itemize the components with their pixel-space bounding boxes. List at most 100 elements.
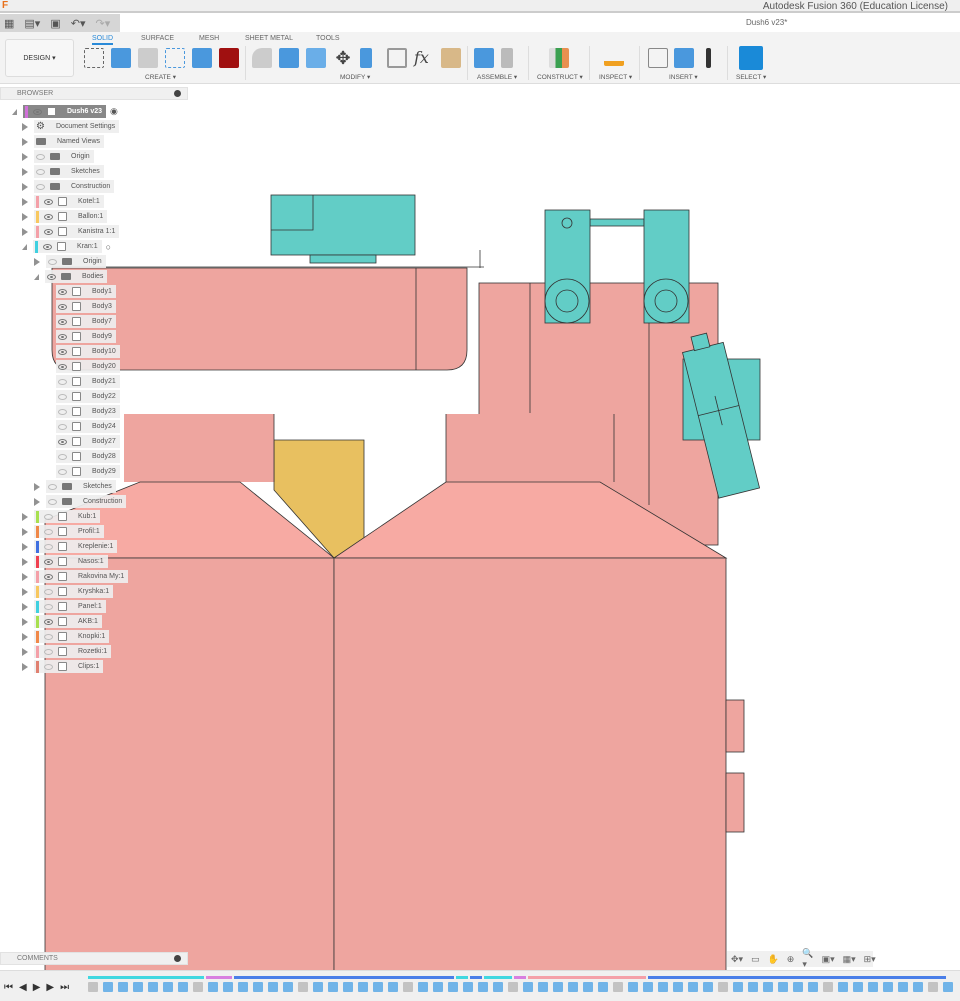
timeline-feature-icon[interactable] [133,982,143,992]
timeline-group-bar[interactable] [456,976,468,979]
timeline-feature-icon[interactable] [223,982,233,992]
step-forward-button[interactable]: ▶ [46,982,54,993]
timeline-feature-icon[interactable] [793,982,803,992]
go-to-end-button[interactable]: ⏭ [60,982,69,993]
timeline-group-bar[interactable] [470,976,482,979]
eye-icon[interactable] [44,558,53,565]
pattern-icon[interactable] [165,48,185,68]
tab-tools[interactable]: TOOLS [316,35,340,42]
timeline-feature-icon[interactable] [613,982,623,992]
fillet-icon[interactable] [252,48,272,68]
eye-icon[interactable] [44,513,53,520]
timeline-feature-icon[interactable] [163,982,173,992]
step-back-button[interactable]: ◀ [19,982,27,993]
timeline-feature-icon[interactable] [943,982,953,992]
browser-item[interactable]: Body1 [56,285,116,298]
collapse-icon[interactable] [34,273,39,280]
tab-sheet-metal[interactable]: SHEET METAL [245,35,293,42]
tab-surface[interactable]: SURFACE [141,35,174,42]
timeline-group-bar[interactable] [514,976,526,979]
eye-icon[interactable] [44,618,53,625]
model-viewport[interactable] [0,85,960,970]
browser-item[interactable]: Kreplenie:1 [22,540,118,553]
tab-solid[interactable]: SOLID [92,35,114,45]
timeline-feature-icon[interactable] [283,982,293,992]
expand-icon[interactable] [22,557,28,566]
collapse-icon[interactable] [22,243,27,250]
timeline-feature-icon[interactable] [388,982,398,992]
form-icon[interactable] [219,48,239,68]
timeline-feature-icon[interactable] [718,982,728,992]
browser-item[interactable]: Body29 [56,465,120,478]
browser-item[interactable]: Body23 [56,405,120,418]
expand-icon[interactable] [22,167,28,176]
comments-header[interactable]: COMMENTS [0,952,188,965]
browser-item[interactable]: Body3 [56,300,116,313]
eye-icon[interactable] [48,498,57,505]
timeline-feature-icon[interactable] [538,982,548,992]
look-at-icon[interactable]: ▭ [751,954,760,965]
timeline-feature-icon[interactable] [883,982,893,992]
eye-icon[interactable] [58,288,67,295]
browser-item[interactable]: Construction [34,495,127,508]
group-select[interactable]: SELECT ▾ [736,73,766,81]
timeline-group-bar[interactable] [206,976,232,979]
browser-item[interactable]: Body27 [56,435,120,448]
play-button[interactable]: ▶ [33,982,41,993]
timeline-feature-icon[interactable] [433,982,443,992]
eye-icon[interactable] [44,198,53,205]
browser-item[interactable]: Body22 [56,390,120,403]
split-icon[interactable] [306,48,326,68]
timeline-feature-icon[interactable] [523,982,533,992]
grid-icon[interactable]: ▦▾ [843,954,856,965]
browser-item[interactable]: AKB:1 [22,615,102,628]
timeline-feature-icon[interactable] [118,982,128,992]
browser-item[interactable]: Rakovina My:1 [22,570,129,583]
expand-icon[interactable] [22,197,28,206]
browser-item[interactable]: Bodies [34,270,108,283]
press-pull-icon[interactable] [360,48,372,68]
grid-icon[interactable]: ▦ [4,17,14,30]
create-sketch-icon[interactable] [84,48,104,68]
timeline-feature-icon[interactable] [868,982,878,992]
timeline-feature-icon[interactable] [448,982,458,992]
timeline-feature-icon[interactable] [103,982,113,992]
box-icon[interactable] [192,48,212,68]
expand-icon[interactable] [34,257,40,266]
timeline-feature-icon[interactable] [703,982,713,992]
timeline-feature-icon[interactable] [628,982,638,992]
eye-icon[interactable] [58,453,67,460]
expand-icon[interactable] [22,647,28,656]
browser-item[interactable]: Dush6 v23 ◉ [12,105,118,118]
canvas-icon[interactable] [674,48,694,68]
eye-icon[interactable] [44,228,53,235]
align-icon[interactable] [441,48,461,68]
tab-mesh[interactable]: MESH [199,35,219,42]
expand-icon[interactable] [22,602,28,611]
group-assemble[interactable]: ASSEMBLE ▾ [477,73,517,81]
timeline-feature-icon[interactable] [853,982,863,992]
eye-icon[interactable] [33,108,42,115]
eye-icon[interactable] [58,468,67,475]
timeline-feature-icon[interactable] [643,982,653,992]
expand-icon[interactable] [34,482,40,491]
group-construct[interactable]: CONSTRUCT ▾ [537,73,583,81]
browser-item[interactable]: Body7 [56,315,116,328]
eye-icon[interactable] [44,528,53,535]
timeline-feature-icon[interactable] [148,982,158,992]
eye-icon[interactable] [48,258,57,265]
browser-item[interactable]: Sketches [34,480,116,493]
hole-icon[interactable] [138,48,158,68]
timeline-feature-icon[interactable] [238,982,248,992]
workspace-switcher[interactable]: DESIGN ▾ [5,39,74,77]
browser-item[interactable]: Kotel:1 [22,195,104,208]
timeline-feature-icon[interactable] [763,982,773,992]
timeline-group-bar[interactable] [648,976,946,979]
timeline-feature-icon[interactable] [568,982,578,992]
timeline-feature-icon[interactable] [463,982,473,992]
eye-icon[interactable] [44,543,53,550]
collapse-icon[interactable] [12,108,17,115]
timeline-feature-icon[interactable] [343,982,353,992]
eye-icon[interactable] [44,213,53,220]
extrude-icon[interactable] [111,48,131,68]
